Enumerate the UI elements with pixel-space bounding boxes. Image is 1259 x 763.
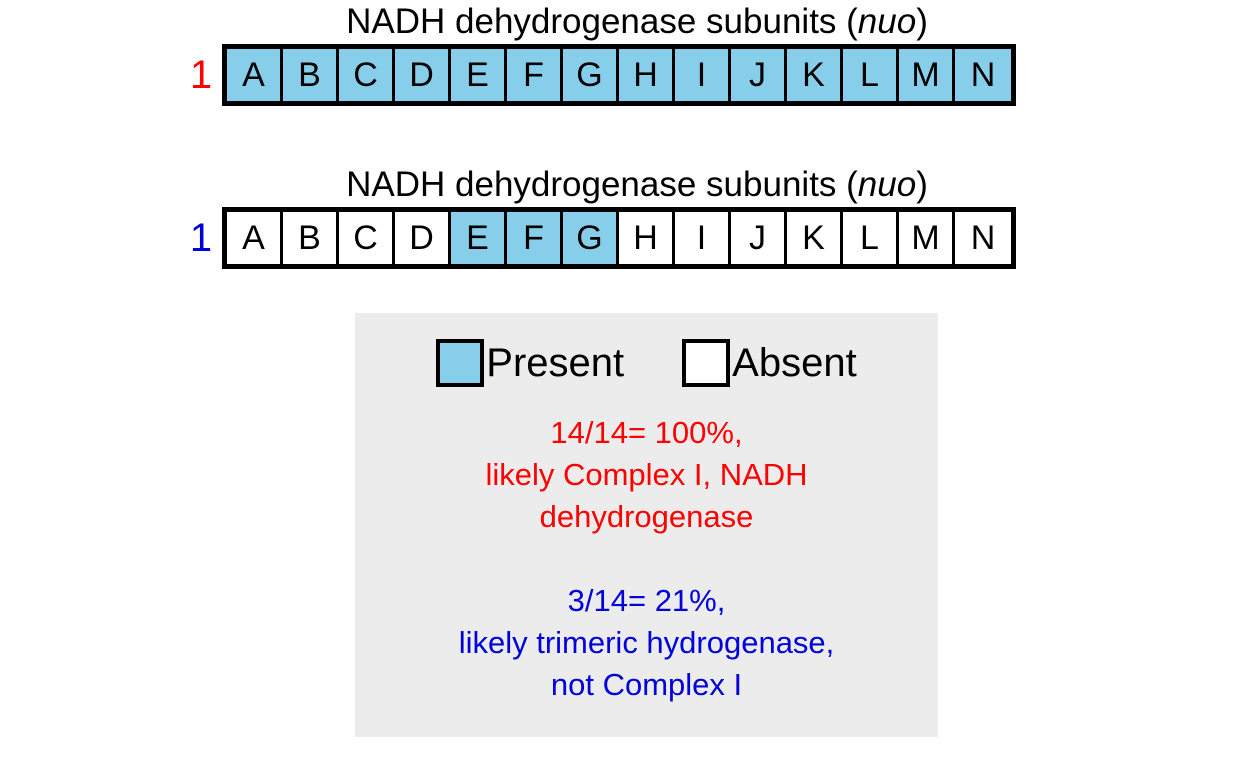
cluster-1-title-prefix: NADH dehydrogenase subunits ( (346, 2, 858, 41)
legend-label-present: Present (486, 341, 625, 385)
present-swatch-icon (436, 339, 485, 387)
cluster-2-subunit-table: A B C D E F G H I J K L M N (222, 207, 1016, 269)
subunit-cell-h[interactable]: H (619, 49, 675, 101)
subunit-cell-b[interactable]: B (283, 49, 339, 101)
subunit-cell-d[interactable]: D (395, 212, 451, 264)
subunit-cell-a[interactable]: A (227, 212, 283, 264)
subunit-cell-e[interactable]: E (451, 212, 507, 264)
cluster-1-index-label: 1 (189, 53, 213, 97)
cluster-2-row: 1 A B C D E F G H I J K L M N (180, 207, 1016, 269)
subunit-cell-c[interactable]: C (339, 212, 395, 264)
subunit-cell-b[interactable]: B (283, 212, 339, 264)
cluster-1-subunit-table: A B C D E F G H I J K L M N (222, 44, 1016, 106)
cluster-2-title: NADH dehydrogenase subunits (nuo) (222, 163, 1052, 207)
subunit-cell-j[interactable]: J (731, 49, 787, 101)
legend-entry-absent: Absent (682, 339, 857, 387)
subunit-cell-e[interactable]: E (451, 49, 507, 101)
legend-row: Present Absent (355, 335, 938, 391)
subunit-cell-k[interactable]: K (787, 212, 843, 264)
cluster-2-title-prefix: NADH dehydrogenase subunits ( (346, 165, 858, 204)
legend-panel: Present Absent 14/14= 100%, likely Compl… (355, 313, 938, 737)
subunit-cell-l[interactable]: L (843, 212, 899, 264)
subunit-cell-m[interactable]: M (899, 212, 955, 264)
cluster-1-row: 1 A B C D E F G H I J K L M N (180, 44, 1016, 106)
subunit-cell-c[interactable]: C (339, 49, 395, 101)
subunit-cell-g[interactable]: G (563, 49, 619, 101)
cluster-1-title: NADH dehydrogenase subunits (nuo) (222, 0, 1052, 44)
subunit-cell-d[interactable]: D (395, 49, 451, 101)
subunit-cell-f[interactable]: F (507, 49, 563, 101)
cluster-1-title-suffix: ) (916, 2, 928, 41)
subunit-cell-n[interactable]: N (955, 49, 1011, 101)
subunit-cell-m[interactable]: M (899, 49, 955, 101)
cluster-2-title-gene: nuo (857, 165, 917, 204)
subunit-cell-g[interactable]: G (563, 212, 619, 264)
subunit-cell-n[interactable]: N (955, 212, 1011, 264)
subunit-cell-i[interactable]: I (675, 49, 731, 101)
subunit-cell-k[interactable]: K (787, 49, 843, 101)
annotation-note-blue: 3/14= 21%, likely trimeric hydrogenase, … (458, 583, 835, 702)
subunit-cell-j[interactable]: J (731, 212, 787, 264)
legend-entry-present: Present (436, 339, 624, 387)
annotation-note-red: 14/14= 100%, likely Complex I, NADH dehy… (485, 415, 808, 534)
cluster-2-title-suffix: ) (916, 165, 928, 204)
legend-label-absent: Absent (732, 341, 857, 385)
cluster-2-index-label: 1 (189, 216, 213, 260)
subunit-cell-l[interactable]: L (843, 49, 899, 101)
subunit-cell-a[interactable]: A (227, 49, 283, 101)
subunit-cell-i[interactable]: I (675, 212, 731, 264)
subunit-cell-h[interactable]: H (619, 212, 675, 264)
subunit-cell-f[interactable]: F (507, 212, 563, 264)
cluster-1-title-gene: nuo (857, 2, 917, 41)
absent-swatch-icon (682, 339, 731, 387)
